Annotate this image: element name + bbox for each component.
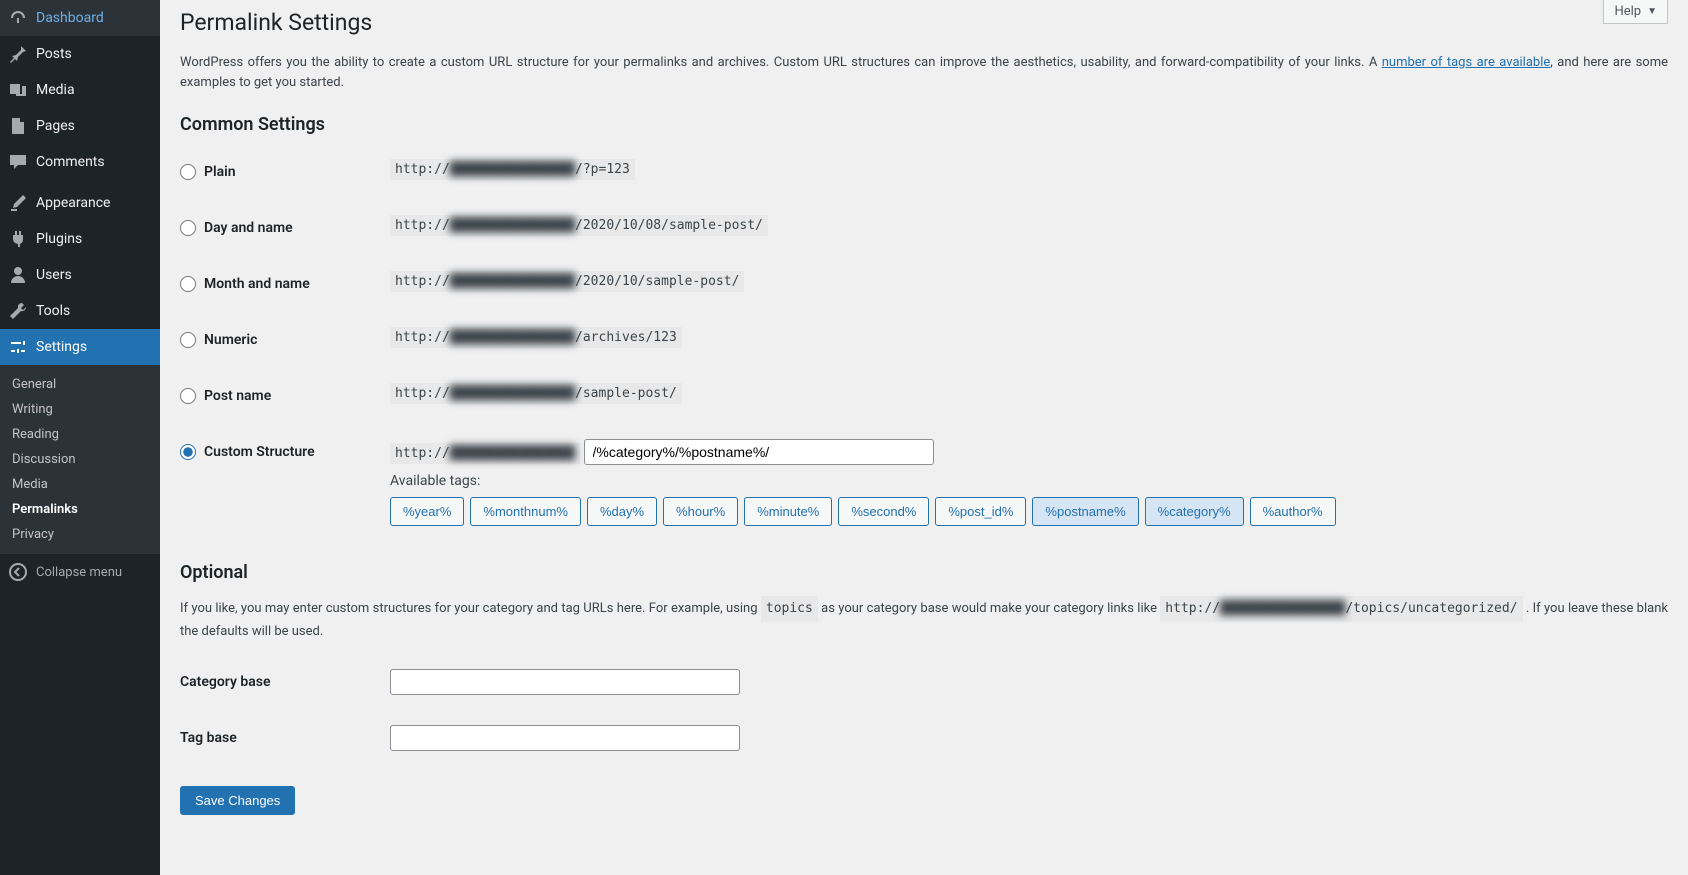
option-monthname[interactable]: Month and name <box>180 276 370 292</box>
radio-dayname[interactable] <box>180 220 196 236</box>
topics-code: topics <box>761 596 818 622</box>
settings-submenu: GeneralWritingReadingDiscussionMediaPerm… <box>0 365 160 554</box>
intro-text: WordPress offers you the ability to crea… <box>180 53 1668 92</box>
submenu-item-media[interactable]: Media <box>0 472 160 497</box>
example-dayname: http://████████████████/2020/10/08/sampl… <box>390 215 768 236</box>
collapse-icon <box>8 562 28 582</box>
tag-button-category[interactable]: %category% <box>1145 497 1244 526</box>
sidebar-item-dashboard[interactable]: Dashboard <box>0 0 160 36</box>
sidebar-item-label: Dashboard <box>36 10 104 26</box>
optional-table: Category base Tag base <box>180 654 1668 766</box>
comment-icon <box>8 152 28 172</box>
tag-button-hour[interactable]: %hour% <box>663 497 738 526</box>
tag-button-minute[interactable]: %minute% <box>744 497 832 526</box>
sidebar-item-label: Appearance <box>36 195 110 211</box>
brush-icon <box>8 193 28 213</box>
help-tab[interactable]: Help ▼ <box>1603 0 1668 24</box>
sidebar-item-label: Tools <box>36 303 70 319</box>
example-numeric: http://████████████████/archives/123 <box>390 327 682 348</box>
sidebar-item-comments[interactable]: Comments <box>0 144 160 180</box>
help-label: Help <box>1614 4 1641 19</box>
tag-button-second[interactable]: %second% <box>838 497 929 526</box>
option-postname[interactable]: Post name <box>180 388 370 404</box>
main-content: Help ▼ Permalink Settings WordPress offe… <box>160 0 1688 875</box>
option-custom[interactable]: Custom Structure <box>180 444 370 460</box>
sidebar-item-appearance[interactable]: Appearance <box>0 185 160 221</box>
sidebar-item-tools[interactable]: Tools <box>0 293 160 329</box>
submenu-item-reading[interactable]: Reading <box>0 422 160 447</box>
wrench-icon <box>8 301 28 321</box>
sidebar-item-posts[interactable]: Posts <box>0 36 160 72</box>
example-url-code: http://████████████████/topics/uncategor… <box>1160 596 1522 622</box>
sidebar-item-pages[interactable]: Pages <box>0 108 160 144</box>
tag-button-postname[interactable]: %postname% <box>1032 497 1138 526</box>
radio-postname[interactable] <box>180 388 196 404</box>
optional-heading: Optional <box>180 562 1668 583</box>
option-numeric[interactable]: Numeric <box>180 332 370 348</box>
tag-button-day[interactable]: %day% <box>587 497 657 526</box>
radio-monthname[interactable] <box>180 276 196 292</box>
chevron-down-icon: ▼ <box>1647 6 1657 17</box>
sidebar-item-label: Pages <box>36 118 75 134</box>
tag-button-monthnum[interactable]: %monthnum% <box>470 497 581 526</box>
user-icon <box>8 265 28 285</box>
page-icon <box>8 116 28 136</box>
sliders-icon <box>8 337 28 357</box>
save-changes-button[interactable]: Save Changes <box>180 786 295 815</box>
common-settings-heading: Common Settings <box>180 114 1668 135</box>
custom-prefix: http://████████████████ <box>390 443 580 464</box>
tag-buttons-row: %year%%monthnum%%day%%hour%%minute%%seco… <box>390 497 1658 526</box>
optional-description: If you like, you may enter custom struct… <box>180 596 1668 641</box>
permalink-options-table: Plain http://████████████████/?p=123 Day… <box>180 144 1668 541</box>
sidebar-item-plugins[interactable]: Plugins <box>0 221 160 257</box>
radio-custom[interactable] <box>180 444 196 460</box>
category-base-input[interactable] <box>390 669 740 695</box>
sidebar-item-label: Plugins <box>36 231 82 247</box>
category-base-label: Category base <box>180 654 380 710</box>
sidebar-item-users[interactable]: Users <box>0 257 160 293</box>
submenu-item-discussion[interactable]: Discussion <box>0 447 160 472</box>
dashboard-icon <box>8 8 28 28</box>
submenu-item-permalinks[interactable]: Permalinks <box>0 497 160 522</box>
plug-icon <box>8 229 28 249</box>
sidebar-item-label: Media <box>36 82 75 98</box>
submenu-item-writing[interactable]: Writing <box>0 397 160 422</box>
submenu-item-general[interactable]: General <box>0 372 160 397</box>
radio-numeric[interactable] <box>180 332 196 348</box>
example-plain: http://████████████████/?p=123 <box>390 159 635 180</box>
sidebar-item-label: Settings <box>36 339 87 355</box>
media-icon <box>8 80 28 100</box>
sidebar-item-label: Posts <box>36 46 72 62</box>
example-postname: http://████████████████/sample-post/ <box>390 383 682 404</box>
collapse-menu[interactable]: Collapse menu <box>0 554 160 590</box>
option-plain[interactable]: Plain <box>180 164 370 180</box>
example-monthname: http://████████████████/2020/10/sample-p… <box>390 271 744 292</box>
page-title: Permalink Settings <box>180 0 1668 40</box>
tags-available-link[interactable]: number of tags are available <box>1382 55 1551 70</box>
admin-sidebar: Dashboard Posts Media Pages Comments Appearan… <box>0 0 160 875</box>
tag-button-post_id[interactable]: %post_id% <box>935 497 1026 526</box>
available-tags-label: Available tags: <box>390 473 1658 489</box>
sidebar-item-settings[interactable]: Settings <box>0 329 160 365</box>
submenu-item-privacy[interactable]: Privacy <box>0 522 160 547</box>
pin-icon <box>8 44 28 64</box>
tag-base-input[interactable] <box>390 725 740 751</box>
sidebar-item-media[interactable]: Media <box>0 72 160 108</box>
sidebar-item-label: Users <box>36 267 72 283</box>
sidebar-item-label: Comments <box>36 154 105 170</box>
tag-base-label: Tag base <box>180 710 380 766</box>
tag-button-year[interactable]: %year% <box>390 497 464 526</box>
radio-plain[interactable] <box>180 164 196 180</box>
custom-structure-input[interactable] <box>584 439 934 465</box>
collapse-label: Collapse menu <box>36 565 122 580</box>
tag-button-author[interactable]: %author% <box>1250 497 1336 526</box>
option-dayname[interactable]: Day and name <box>180 220 370 236</box>
